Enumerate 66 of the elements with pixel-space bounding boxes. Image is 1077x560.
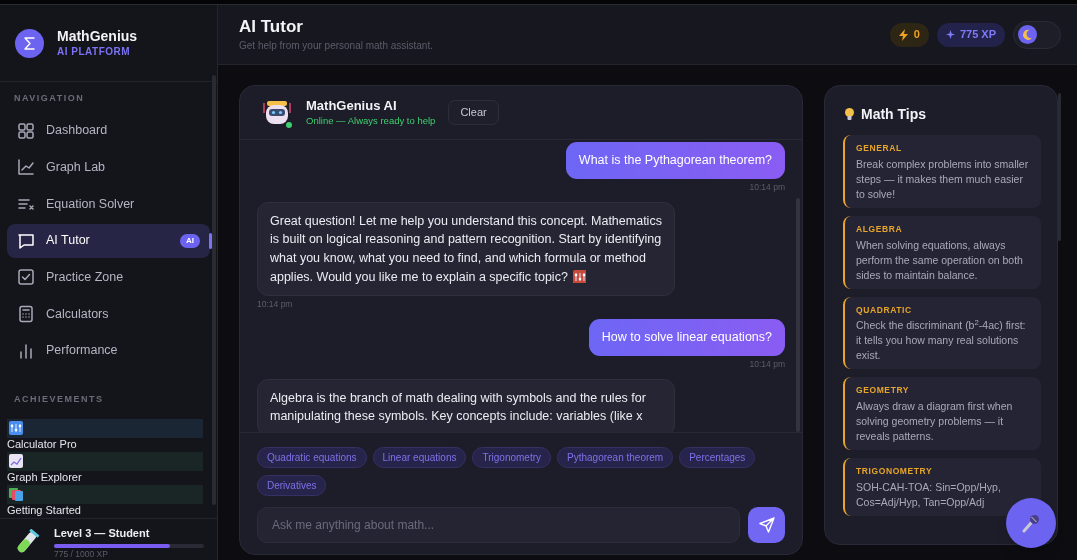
abacus-icon: [9, 421, 23, 436]
active-indicator: [209, 232, 212, 249]
sparkle-icon: [945, 30, 955, 39]
graph-icon: [9, 454, 23, 469]
tip-category: GENERAL: [856, 142, 903, 155]
section-heading: NAVIGATION: [13, 92, 86, 105]
line-chart-icon: [17, 158, 35, 177]
nav-item[interactable]: AI Tutor AI: [7, 223, 210, 258]
checklist-icon: [17, 268, 35, 287]
tip-category: TRIGONOMETRY: [856, 465, 934, 478]
section-heading: ACHIEVEMENTS: [13, 393, 105, 407]
suggestion-chip[interactable]: Trigonometry: [472, 447, 551, 468]
lightning-icon: [898, 28, 909, 41]
user-message: What is the Pythagorean theorem?: [565, 142, 785, 179]
streak-badge: 0: [889, 22, 929, 47]
user-message: How to solve linear equations?: [588, 319, 785, 356]
grid-icon: [17, 121, 35, 140]
achievement-label: Graph Explorer: [7, 470, 83, 484]
tip-text: When solving equations, always perform the same operation on both sides to maintain balance.: [856, 237, 1024, 283]
tip-category: ALGEBRA: [856, 222, 904, 236]
message-input[interactable]: Ask me anything about math...: [257, 507, 741, 543]
xp-reading: 775 / 1000 XP: [54, 549, 109, 559]
moon-icon: [1018, 25, 1037, 44]
tip-category: GEOMETRY: [856, 384, 911, 397]
achievement-label: Calculator Pro: [7, 437, 78, 451]
page-title: AI Tutor: [239, 16, 304, 38]
assistant-name: MathGenius AI: [306, 98, 398, 115]
tip-text: SOH-CAH-TOA: Sin=Opp/Hyp, Cos=Adj/Hyp, Tan=Opp/Adj: [856, 479, 1002, 510]
books-icon: [9, 487, 23, 502]
suggestion-chip[interactable]: Linear equations: [372, 447, 467, 468]
lightbulb-icon: [845, 108, 854, 121]
tips-title: Math Tips: [861, 105, 927, 124]
calculator-icon: [17, 304, 35, 323]
xp-badge: 775 XP: [936, 22, 1005, 47]
nav-item[interactable]: Equation Solver: [7, 186, 210, 221]
level-title: Level 3 — Student: [54, 527, 151, 540]
microphone-icon: [1021, 513, 1041, 533]
brand-name: MathGenius: [57, 28, 138, 46]
assistant-message: Algebra is the branch of math dealing with symbols and the rules for manipulating these symbols. Key concepts include: variables (like x: [257, 378, 675, 432]
nav-item[interactable]: Dashboard: [7, 113, 210, 148]
page-subtitle: Get help from your personal math assistant.: [239, 39, 433, 53]
chat-icon: [17, 231, 35, 250]
assistant-status: Online — Always ready to help: [306, 114, 436, 127]
tip-category: QUADRATIC: [856, 303, 913, 317]
clear-button[interactable]: Clear: [448, 100, 499, 125]
tip-text: Break complex problems into smaller steps — it makes them much easier to solve!: [856, 156, 1030, 202]
send-button[interactable]: [748, 507, 785, 543]
assistant-message: Great question! Let me help you understand this concept. Mathematics is built on logical reasoning and pattern recognition. Start by identifying what you know, what you need to find, and which formula or method applies. Would you like me to explain a specific topic?: [257, 201, 675, 297]
tip-text: Check the discriminant (b$^{2}$-4ac) first: it tells you how many real solutions exist.: [856, 318, 1027, 364]
nav-item[interactable]: Performance: [7, 333, 210, 368]
nav-item[interactable]: Practice Zone: [7, 260, 210, 295]
suggestion-chip[interactable]: Percentages: [679, 447, 756, 468]
bar-chart-icon: [17, 341, 35, 360]
send-icon: [758, 517, 775, 533]
abacus-icon: [572, 269, 586, 283]
brand-tagline: AI PLATFORM: [57, 45, 132, 58]
suggestion-chip[interactable]: Pythagorean theorem: [557, 447, 674, 468]
tip-text: Always draw a diagram first when solving geometry problems — it reveals patterns.: [856, 399, 1014, 444]
ai-badge: AI: [180, 233, 200, 248]
theme-toggle[interactable]: [1013, 20, 1061, 49]
suggestion-chip[interactable]: Derivatives: [257, 475, 327, 496]
sigma-logo-icon: [15, 28, 44, 58]
suggestion-chip[interactable]: Quadratic equations: [257, 447, 367, 468]
achievement-label: Getting Started: [7, 503, 82, 517]
nav-item[interactable]: Calculators: [7, 296, 210, 331]
nav-item[interactable]: Graph Lab: [7, 150, 210, 185]
